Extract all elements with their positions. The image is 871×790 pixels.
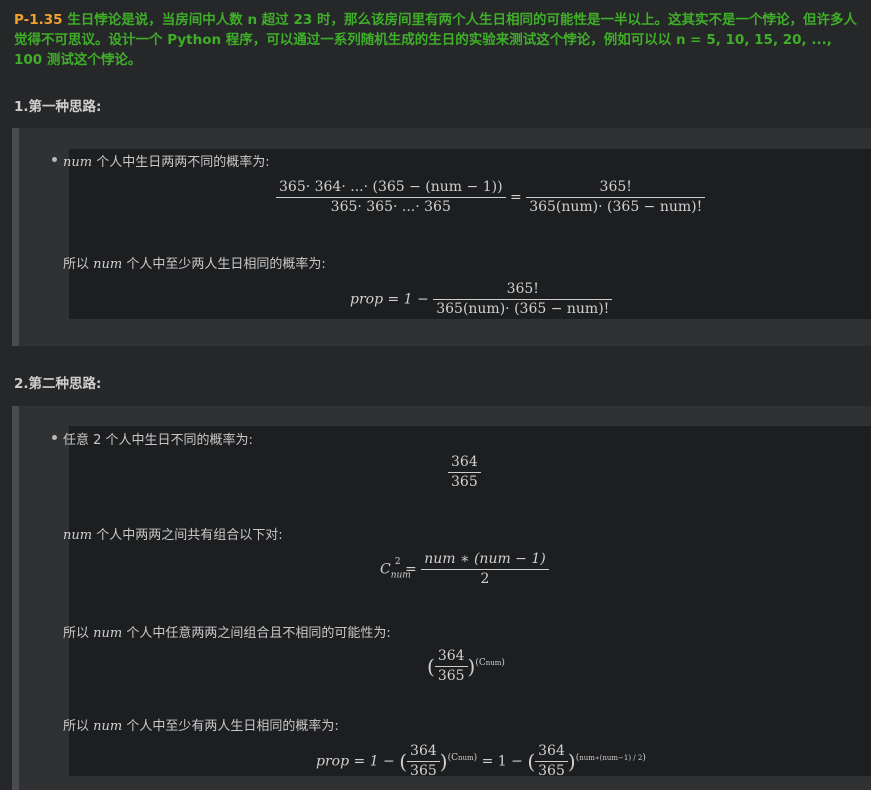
section1-line1: num 个人中生日两两不同的概率为: xyxy=(63,155,270,170)
section2-line4: 所以 num 个人中至少有两人生日相同的概率为: xyxy=(63,719,339,734)
section2-line2: num 个人中两两之间共有组合以下对: xyxy=(63,528,283,543)
section2-line3: 所以 num 个人中任意两两之间组合且不相同的可能性为: xyxy=(63,626,391,641)
section2-frac: 364 365 xyxy=(448,453,481,492)
section2-power-eq: (364 365)(Cnum) xyxy=(427,648,505,684)
problem-text: 生日悖论是说，当房间中人数 n 超过 23 时，那么该房间里有两个人生日相同的可… xyxy=(14,12,857,68)
section1-eq2: prop = 1 − 365! 365(num)· (365 − num)! xyxy=(350,280,613,319)
section2-heading: 2.第二种思路: xyxy=(14,376,102,392)
problem-statement: P-1.35 生日悖论是说，当房间中人数 n 超过 23 时，那么该房间里有两个… xyxy=(14,10,864,70)
section1-line2: 所以 num 个人中至少两人生日相同的概率为: xyxy=(63,257,326,272)
section2-line1: 任意 2 个人中生日不同的概率为: xyxy=(63,433,253,448)
section1-bullet xyxy=(52,157,57,162)
section2-comb-eq: Cnum2 = num ∗ (num − 1) 2 xyxy=(380,550,549,589)
problem-id: P-1.35 xyxy=(14,12,63,28)
section2-bullet xyxy=(52,435,57,440)
section2-final-eq: prop = 1 − (364 365)(Cnum) = 1 − (364 365)… xyxy=(316,743,646,779)
section1-eq1: 365· 364· ...· (365 − (num − 1)) 365· 365… xyxy=(276,178,706,217)
section1-heading: 1.第一种思路: xyxy=(14,99,102,115)
